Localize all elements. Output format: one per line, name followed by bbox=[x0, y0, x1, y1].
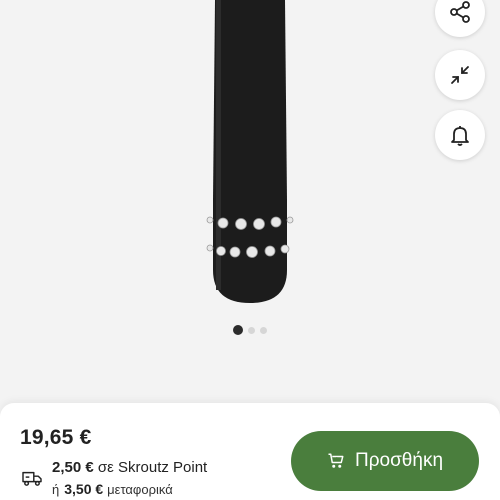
shipping-or-word: ή bbox=[52, 482, 60, 497]
truck-icon bbox=[22, 471, 42, 486]
share-button[interactable] bbox=[435, 0, 485, 37]
product-image bbox=[206, 0, 294, 303]
pagination-dot[interactable] bbox=[248, 326, 255, 334]
collapse-icon bbox=[451, 66, 469, 84]
share-icon bbox=[450, 1, 470, 23]
pagination-dot[interactable] bbox=[233, 325, 243, 335]
shipping-courier-amount: 3,50 € bbox=[64, 481, 104, 497]
add-to-cart-button[interactable]: Προσθήκη bbox=[291, 431, 479, 491]
add-to-cart-label: Προσθήκη bbox=[354, 450, 444, 471]
bell-icon bbox=[451, 126, 469, 146]
shipping-courier-cost: ή 3,50 € μεταφορικά bbox=[52, 481, 173, 497]
collapse-button[interactable] bbox=[435, 50, 485, 100]
shipping-courier-text: μεταφορικά bbox=[107, 482, 173, 497]
price-alert-button[interactable] bbox=[435, 110, 485, 160]
shipping-point-amount: 2,50 € bbox=[52, 459, 94, 476]
pagination-dot[interactable] bbox=[260, 326, 267, 334]
cart-icon bbox=[328, 453, 344, 468]
product-price: 19,65 € bbox=[20, 426, 92, 449]
gallery-pagination bbox=[233, 325, 267, 335]
purchase-bar: 19,65 € 2,50 € σε Skroutz Point ή 3,50 € μ… bbox=[0, 403, 500, 500]
shipping-point-text: σε Skroutz Point bbox=[97, 459, 208, 476]
product-image-gallery[interactable] bbox=[0, 0, 500, 402]
shipping-point-cost: 2,50 € σε Skroutz Point bbox=[52, 459, 207, 476]
